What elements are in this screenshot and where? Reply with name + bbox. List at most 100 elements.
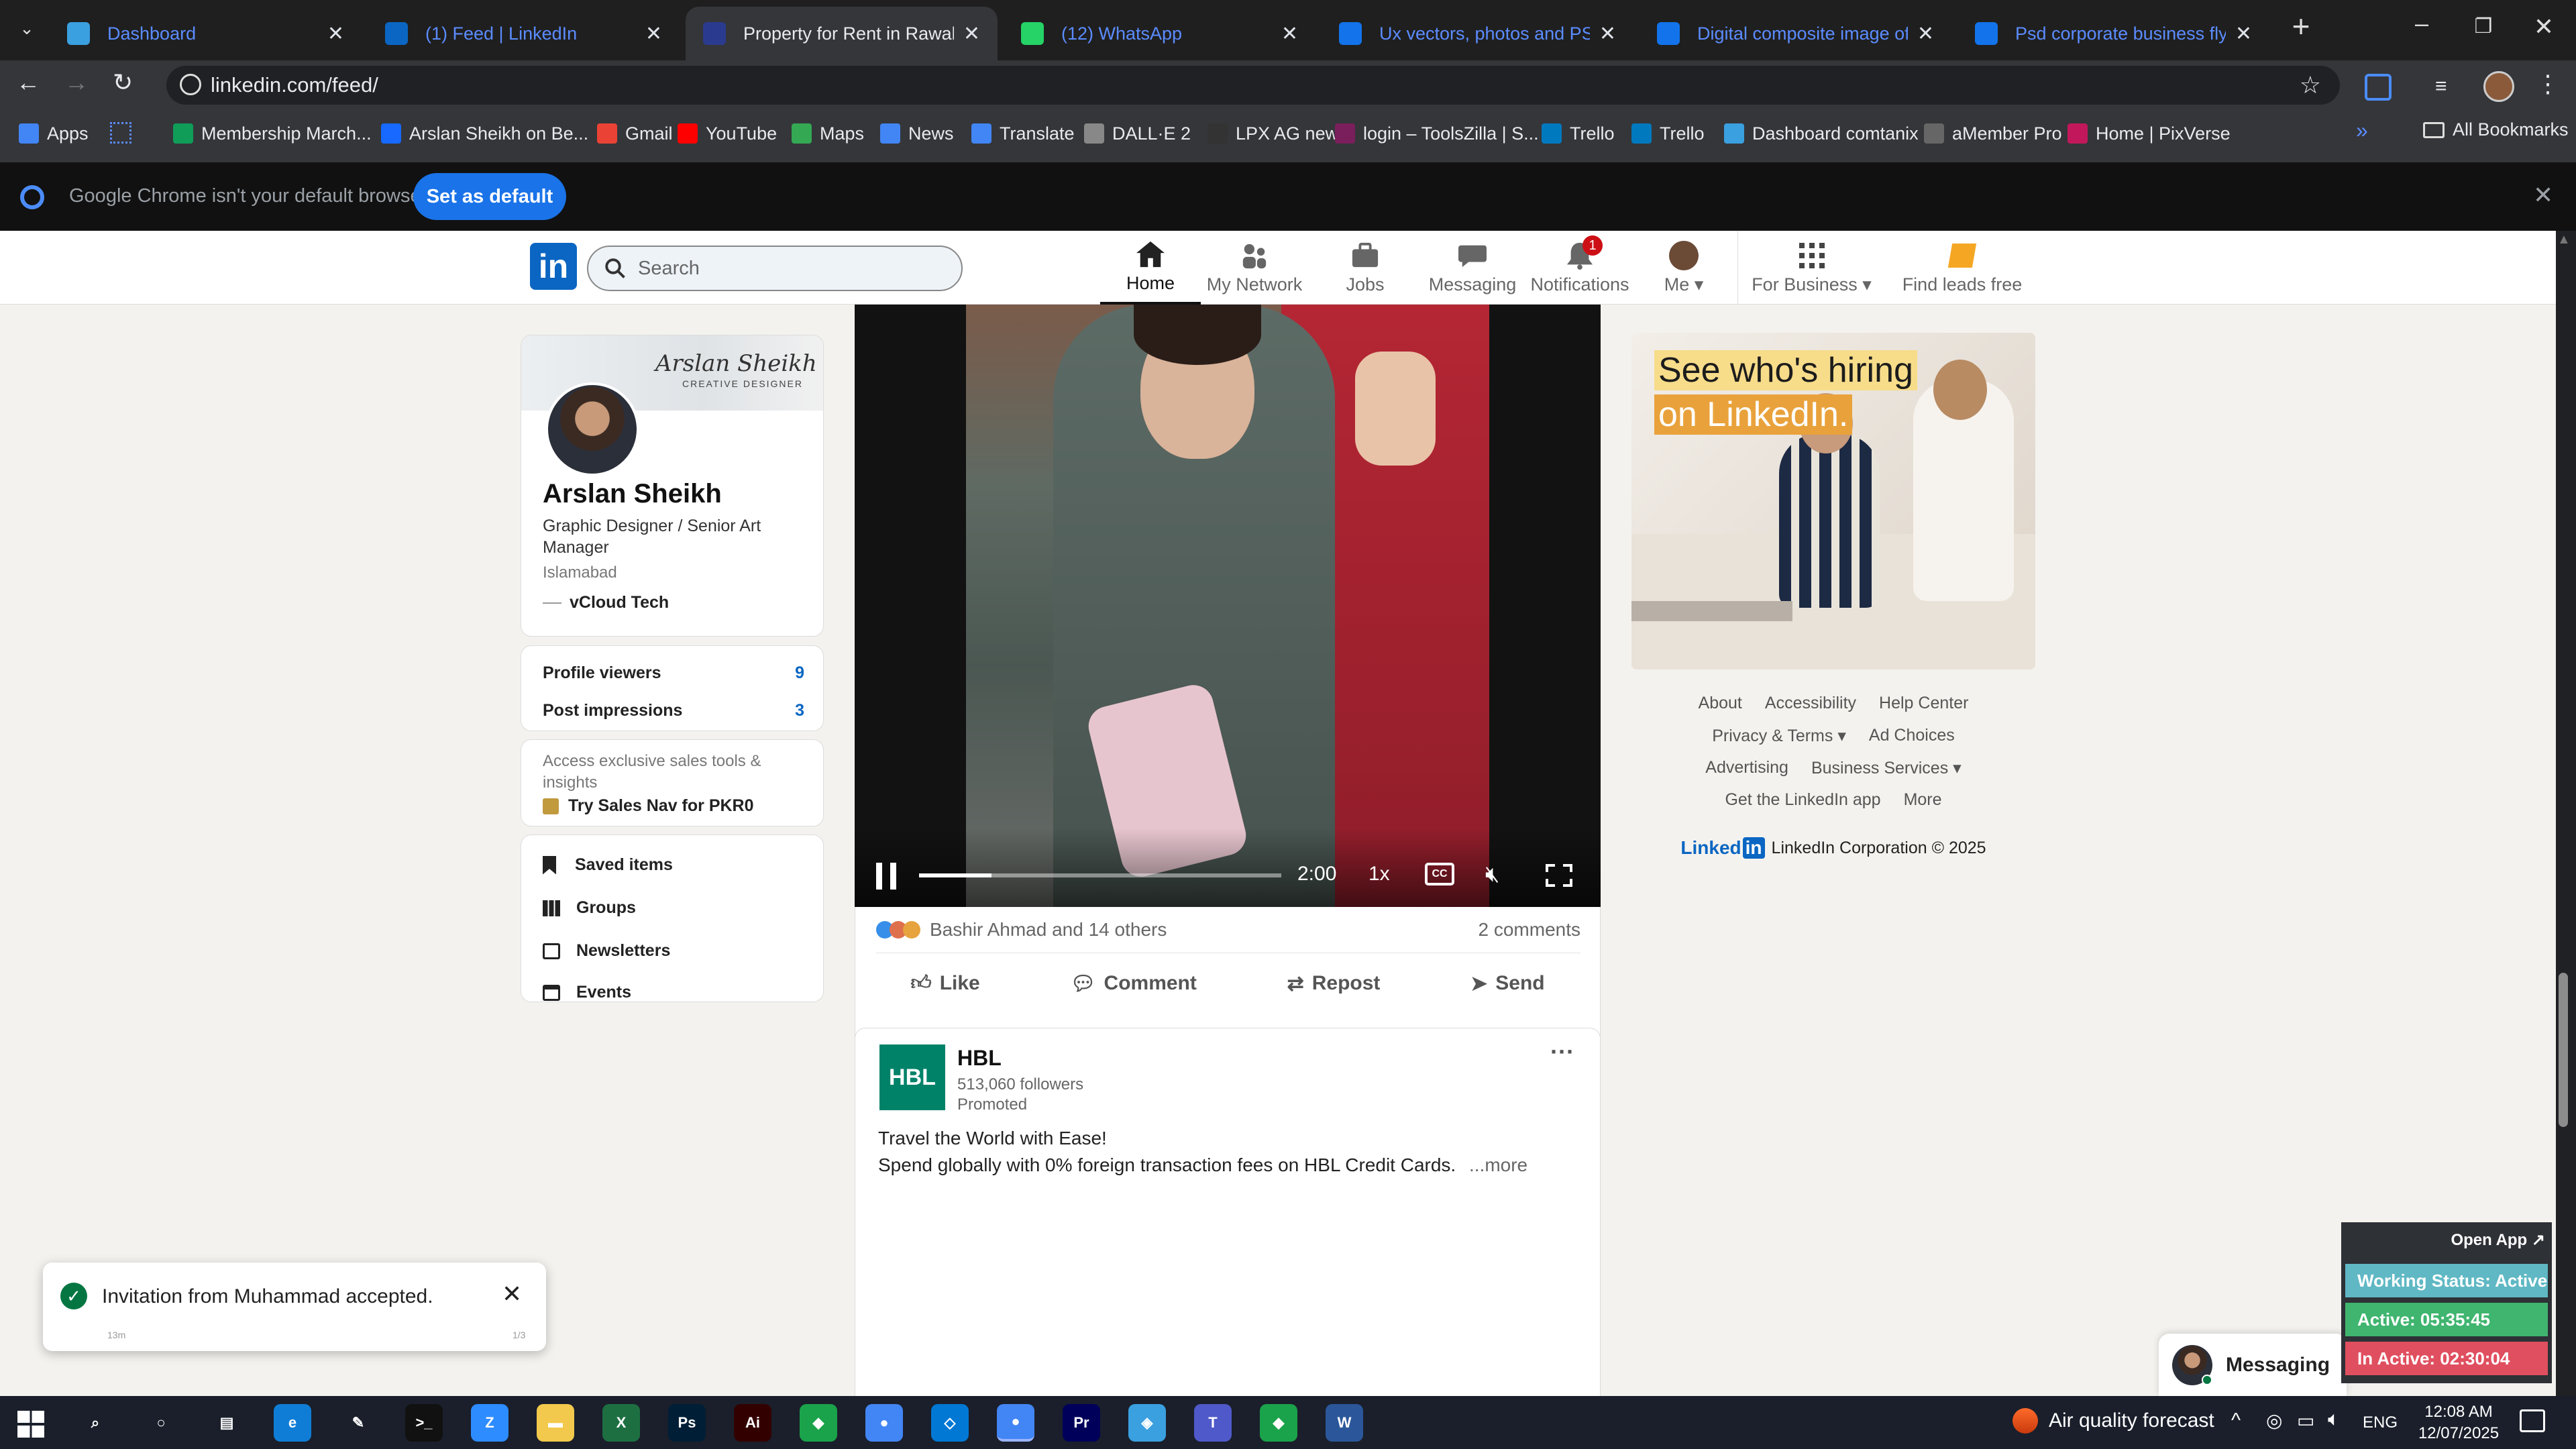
mute-icon[interactable]: 🔇︎ xyxy=(1485,861,1499,888)
browser-tab[interactable]: Dashboard ✕ xyxy=(50,7,362,60)
wifi-icon[interactable]: ▭ xyxy=(2297,1409,2314,1432)
bookmark-item[interactable]: Arslan Sheikh on Be... xyxy=(381,118,588,149)
browser-tab[interactable]: (12) WhatsApp ✕ xyxy=(1004,7,1316,60)
footer-adchoices[interactable]: Ad Choices xyxy=(1869,726,1955,758)
footer-advertising[interactable]: Advertising xyxy=(1705,758,1788,790)
hiring-ad[interactable]: See who's hiring on LinkedIn. xyxy=(1631,333,2035,669)
cortana-taskbar-icon[interactable]: ○ xyxy=(142,1404,180,1442)
video-progress-track[interactable] xyxy=(919,873,1281,877)
edge-taskbar-icon[interactable]: e xyxy=(274,1404,311,1442)
notification-center-icon[interactable] xyxy=(2520,1409,2545,1432)
green-app-2-taskbar-icon[interactable]: ◆ xyxy=(1260,1404,1297,1442)
nav-for-business[interactable]: For Business ▾ xyxy=(1737,231,1885,305)
ad-company-name[interactable]: HBL xyxy=(957,1046,1002,1071)
scroll-up-icon[interactable]: ▲ xyxy=(2557,232,2571,248)
bookmark-star-icon[interactable]: ☆ xyxy=(2300,71,2321,99)
bookmark-item[interactable]: Trello xyxy=(1542,118,1615,149)
profile-name[interactable]: Arslan Sheikh xyxy=(543,479,722,509)
bookmark-item[interactable]: Dashboard comtanix xyxy=(1724,118,1919,149)
tab-close-icon[interactable]: ✕ xyxy=(1917,22,1934,46)
video-player[interactable]: 2:00 1x CC 🔇︎ xyxy=(855,305,1601,907)
weather-widget[interactable]: Air quality forecast xyxy=(2012,1408,2214,1434)
close-window-button[interactable]: ✕ xyxy=(2524,7,2564,47)
shortcut-events[interactable]: Events xyxy=(543,983,631,1002)
bookmark-item[interactable]: Trello xyxy=(1631,118,1705,149)
teams-taskbar-icon[interactable]: T xyxy=(1194,1404,1232,1442)
profile-avatar-large[interactable] xyxy=(545,382,639,476)
terminal-taskbar-icon[interactable]: >_ xyxy=(405,1404,443,1442)
reload-icon[interactable]: ↻ xyxy=(113,68,133,97)
linkedin-logo[interactable]: in xyxy=(530,243,577,290)
bookmark-item[interactable]: Translate xyxy=(971,118,1075,149)
restore-button[interactable]: ❐ xyxy=(2463,7,2504,47)
premium-card[interactable]: Access exclusive sales tools & insights … xyxy=(521,739,824,826)
pen-taskbar-icon[interactable]: ✎ xyxy=(339,1404,377,1442)
pause-button[interactable] xyxy=(876,863,896,890)
nav-me[interactable]: Me ▾ xyxy=(1640,231,1727,305)
browser-tab[interactable]: Digital composite image of gra ✕ xyxy=(1640,7,1951,60)
forward-arrow-icon[interactable]: → xyxy=(64,68,89,97)
premiere-taskbar-icon[interactable]: Pr xyxy=(1063,1404,1100,1442)
site-info-icon[interactable] xyxy=(180,74,201,95)
profile-company[interactable]: vCloud Tech xyxy=(543,593,669,612)
nav-jobs[interactable]: Jobs xyxy=(1315,231,1415,305)
photoshop-taskbar-icon[interactable]: Ps xyxy=(668,1404,706,1442)
footer-help[interactable]: Help Center xyxy=(1879,694,1968,726)
footer-about[interactable]: About xyxy=(1699,694,1742,726)
bookmark-item[interactable]: Apps xyxy=(19,118,89,149)
nav-home[interactable]: Home xyxy=(1100,231,1201,305)
extensions-icon[interactable] xyxy=(2365,74,2392,101)
shortcut-saved-items[interactable]: Saved items xyxy=(543,855,673,875)
start-button[interactable] xyxy=(17,1411,44,1438)
volume-icon[interactable]: 🔈︎ xyxy=(2328,1408,2340,1431)
footer-accessibility[interactable]: Accessibility xyxy=(1765,694,1856,726)
bookmark-item[interactable]: Membership March... xyxy=(173,118,372,149)
repost-button[interactable]: ⇄ Repost xyxy=(1287,972,1381,996)
like-button[interactable]: 👍︎ Like xyxy=(910,971,979,996)
zoom-taskbar-icon[interactable]: Z xyxy=(471,1404,508,1442)
media-control-icon[interactable]: ≡ xyxy=(2435,75,2447,98)
file-explorer-taskbar-icon[interactable]: ▬ xyxy=(537,1404,574,1442)
reactions[interactable]: Bashir Ahmad and 14 others xyxy=(876,919,1167,941)
search-taskbar-icon[interactable]: ⌕ xyxy=(76,1404,114,1442)
minimize-button[interactable]: – xyxy=(2402,7,2442,47)
bookmark-item[interactable]: News xyxy=(880,118,954,149)
bookmark-item[interactable]: Gmail xyxy=(597,118,673,149)
toast-text[interactable]: Invitation from Muhammad accepted. xyxy=(102,1285,433,1308)
tab-close-icon[interactable]: ✕ xyxy=(327,22,344,46)
chrome-taskbar-icon[interactable]: ● xyxy=(865,1404,903,1442)
bookmark-item[interactable]: aMember Pro xyxy=(1924,118,2062,149)
tab-close-icon[interactable]: ✕ xyxy=(645,22,662,46)
network-icon-tray[interactable]: ◎ xyxy=(2266,1409,2282,1432)
tab-close-icon[interactable]: ✕ xyxy=(1599,22,1616,46)
app-grid-icon[interactable] xyxy=(110,122,131,144)
footer-business-services[interactable]: Business Services ▾ xyxy=(1811,758,1962,790)
captions-icon[interactable]: CC xyxy=(1425,863,1454,885)
comment-button[interactable]: 💬︎ Comment xyxy=(1070,972,1196,996)
footer-get-app[interactable]: Get the LinkedIn app xyxy=(1725,790,1880,837)
search-input[interactable]: Search xyxy=(587,246,963,291)
vscode-taskbar-icon[interactable]: ◇ xyxy=(931,1404,969,1442)
blue-app-taskbar-icon[interactable]: ◈ xyxy=(1128,1404,1166,1442)
playback-speed-button[interactable]: 1x xyxy=(1368,863,1390,885)
shortcut-newsletters[interactable]: Newsletters xyxy=(543,941,670,961)
comments-count[interactable]: 2 comments xyxy=(1479,919,1581,941)
bookmark-item[interactable]: login – ToolsZilla | S... xyxy=(1335,118,1539,149)
clock[interactable]: 12:08 AM 12/07/2025 xyxy=(2415,1401,2502,1444)
premium-cta[interactable]: Try Sales Nav for PKR0 xyxy=(543,796,754,816)
bookmark-item[interactable]: YouTube xyxy=(678,118,777,149)
nav-find-leads[interactable]: Find leads free xyxy=(1892,231,2033,305)
back-arrow-icon[interactable]: ← xyxy=(16,68,40,97)
post-options-icon[interactable]: ··· xyxy=(1550,1038,1574,1066)
set-default-button[interactable]: Set as default xyxy=(413,173,566,220)
open-app-link[interactable]: Open App ↗ xyxy=(2451,1230,2545,1250)
chrome-menu-icon[interactable]: ⋮ xyxy=(2536,70,2560,98)
word-taskbar-icon[interactable]: W xyxy=(1326,1404,1363,1442)
post-impressions-row[interactable]: Post impressions 3 xyxy=(543,701,804,720)
chrome-active-taskbar-icon[interactable]: ● xyxy=(997,1404,1034,1442)
bookmark-item[interactable]: Maps xyxy=(792,118,864,149)
task-view-taskbar-icon[interactable]: ▤ xyxy=(208,1404,246,1442)
tab-close-icon[interactable]: ✕ xyxy=(1281,22,1298,46)
nav-network[interactable]: My Network xyxy=(1204,231,1305,305)
browser-tab[interactable]: Property for Rent in Rawalpindi ✕ xyxy=(686,7,998,60)
